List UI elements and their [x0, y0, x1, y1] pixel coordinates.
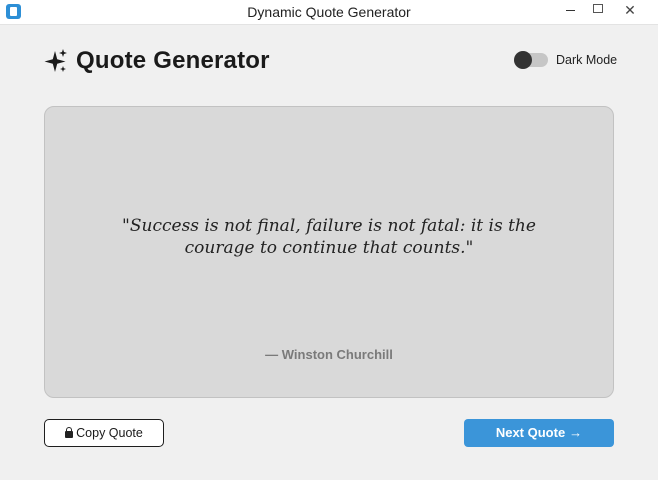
next-quote-label: Next Quote: [495, 425, 566, 440]
title-bar: Dynamic Quote Generator ✕: [0, 0, 658, 25]
sparkles-icon: [44, 49, 67, 72]
close-button[interactable]: ✕: [614, 0, 646, 22]
app-window: Dynamic Quote Generator ✕ Quote Generato…: [0, 0, 658, 480]
dark-mode-label: Dark Mode: [556, 53, 618, 67]
quote-text: "Success is not final, failure is not fa…: [122, 216, 536, 258]
copy-quote-button[interactable]: Copy Quote: [44, 419, 164, 447]
lock-icon: [65, 427, 74, 439]
minimize-icon: [565, 10, 575, 12]
arrow-right-icon: →: [569, 425, 583, 440]
maximize-button[interactable]: [582, 0, 614, 22]
dark-mode-toggle[interactable]: [514, 51, 548, 69]
page-title: Quote Generator: [76, 47, 270, 74]
copy-quote-label: Copy Quote: [76, 426, 143, 440]
toggle-knob: [514, 51, 532, 69]
next-quote-button[interactable]: Next Quote →: [464, 419, 614, 447]
maximize-icon: [593, 3, 603, 13]
quote-author: — Winston Churchill: [265, 347, 393, 362]
quote-card: "Success is not final, failure is not fa…: [44, 106, 614, 398]
